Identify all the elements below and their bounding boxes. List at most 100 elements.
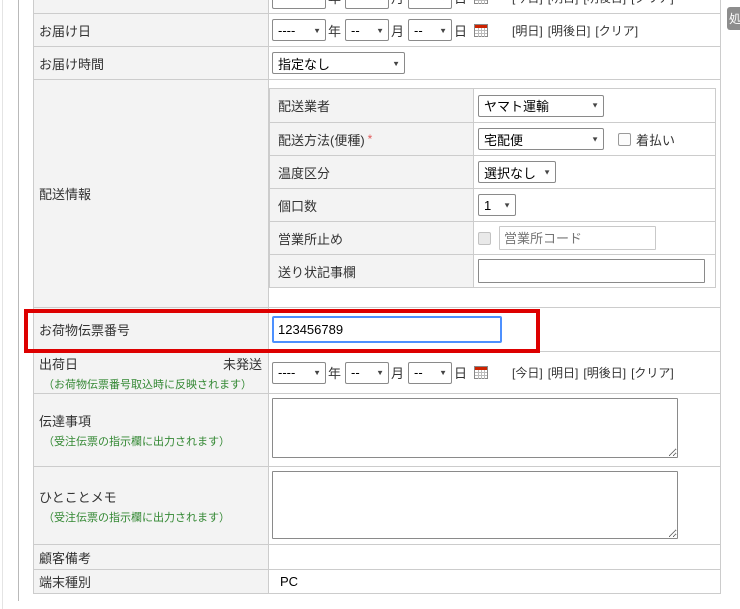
row-label: 出荷日 bbox=[39, 356, 79, 372]
row-label: 伝達事項 bbox=[39, 414, 92, 429]
chevron-down-icon: ▼ bbox=[313, 25, 321, 35]
date-links: [今日] [明日] [明後日] [クリア] bbox=[512, 0, 679, 6]
cod-checkbox[interactable] bbox=[618, 132, 631, 146]
chevron-down-icon: ▼ bbox=[439, 25, 448, 35]
date-links: [今日] [明日] [明後日] [クリア] bbox=[512, 364, 679, 381]
select-value: ---- bbox=[278, 22, 296, 38]
chevron-down-icon: ▼ bbox=[376, 0, 384, 2]
year-select[interactable]: ---- ▼ bbox=[272, 361, 326, 384]
instructions-textarea[interactable] bbox=[272, 398, 678, 458]
subrow-carrier: 配送業者 ヤマト運輸 ▼ bbox=[270, 89, 715, 122]
row-ship-date: 出荷日 未発送 （お荷物伝票番号取込時に反映されます） ---- ▼ 年 -- ▼ … bbox=[34, 352, 720, 394]
side-tab-label: 処 bbox=[729, 12, 740, 26]
ship-status-badge: 未発送 bbox=[222, 356, 262, 372]
month-unit-label: 月 bbox=[391, 366, 405, 381]
month-select[interactable]: -- ▼ bbox=[345, 0, 390, 9]
row-label-cell: お届け時間 bbox=[34, 47, 269, 79]
day-unit-label: 日 bbox=[454, 23, 468, 39]
subrow-label: 配送方法(便種) bbox=[278, 132, 365, 148]
chevron-down-icon: ▼ bbox=[376, 25, 385, 35]
carrier-select[interactable]: ヤマト運輸 ▼ bbox=[478, 94, 604, 117]
link-clear[interactable]: [クリア] bbox=[595, 24, 638, 38]
row-delivery-date: お届け日 ---- ▼ 年 -- ▼ 月 -- ▼ 日 [明日] [明後日] [クリア] bbox=[34, 14, 720, 47]
chevron-down-icon: ▼ bbox=[439, 0, 447, 2]
row-memo: ひとことメモ （受注伝票の指示欄に出力されます） bbox=[34, 467, 720, 545]
row-label-cell: お荷物伝票番号 bbox=[34, 308, 269, 351]
row-date-cutoff: ---- ▼ 年 -- ▼ 月 -- ▼ 日 [今日] [明日] [明後日] [クリア] bbox=[34, 0, 720, 14]
row-terminal-type: 端末種別 PC bbox=[34, 570, 720, 594]
row-value-cell: ---- ▼ 年 -- ▼ 月 -- ▼ 日 [今日] [明日] [明後日] [クリア] bbox=[269, 0, 720, 13]
row-note: （受注伝票の指示欄に出力されます） bbox=[43, 436, 230, 448]
left-gutter-line bbox=[2, 0, 3, 609]
link-day-after-tomorrow[interactable]: [明後日] bbox=[583, 0, 626, 5]
day-select[interactable]: -- ▼ bbox=[408, 19, 453, 41]
row-label-cell: 伝達事項 （受注伝票の指示欄に出力されます） bbox=[34, 394, 269, 466]
link-today[interactable]: [今日] bbox=[512, 0, 543, 5]
row-label-cell bbox=[34, 0, 269, 13]
year-unit-label: 年 bbox=[328, 0, 341, 7]
row-note: （受注伝票の指示欄に出力されます） bbox=[43, 511, 230, 524]
package-count-select[interactable]: 1 ▼ bbox=[478, 194, 516, 216]
side-tab[interactable]: 処 bbox=[727, 7, 740, 30]
row-label-cell: 出荷日 未発送 （お荷物伝票番号取込時に反映されます） bbox=[34, 352, 269, 393]
row-tracking-number: お荷物伝票番号 bbox=[34, 308, 720, 352]
office-code-input[interactable] bbox=[499, 226, 656, 250]
select-value: ---- bbox=[278, 0, 295, 5]
office-hold-checkbox[interactable] bbox=[478, 231, 491, 245]
chevron-down-icon: ▼ bbox=[503, 200, 511, 210]
shipping-method-select[interactable]: 宅配便 ▼ bbox=[478, 128, 604, 150]
link-tomorrow[interactable]: [明日] bbox=[548, 366, 579, 380]
panel-border-line bbox=[18, 0, 19, 601]
link-day-after-tomorrow[interactable]: [明後日] bbox=[548, 24, 591, 38]
subrow-value-cell bbox=[474, 222, 715, 254]
month-select[interactable]: -- ▼ bbox=[345, 19, 390, 41]
row-value-cell bbox=[269, 467, 720, 544]
select-value: -- bbox=[414, 365, 423, 380]
link-day-after-tomorrow[interactable]: [明後日] bbox=[583, 366, 626, 380]
calendar-icon[interactable] bbox=[474, 0, 489, 4]
select-value: -- bbox=[351, 22, 360, 38]
subrow-value-cell bbox=[474, 255, 715, 287]
row-label: お荷物伝票番号 bbox=[39, 323, 131, 338]
row-value-cell: ---- ▼ 年 -- ▼ 月 -- ▼ 日 [今日] [明日] [明後日] [クリア] bbox=[269, 352, 720, 393]
row-label: 配送情報 bbox=[39, 187, 92, 202]
subrow-value-cell: 1 ▼ bbox=[474, 189, 715, 221]
row-value-cell: ---- ▼ 年 -- ▼ 月 -- ▼ 日 [明日] [明後日] [クリア] bbox=[269, 14, 720, 46]
calendar-icon[interactable] bbox=[474, 366, 489, 379]
temperature-select[interactable]: 選択なし ▼ bbox=[478, 161, 556, 183]
chevron-down-icon: ▼ bbox=[313, 368, 321, 377]
year-select[interactable]: ---- ▼ bbox=[272, 19, 326, 41]
chevron-down-icon: ▼ bbox=[392, 58, 400, 68]
year-select[interactable]: ---- ▼ bbox=[272, 0, 326, 9]
subrow-label: 送り状記事欄 bbox=[278, 264, 357, 280]
invoice-note-input[interactable] bbox=[478, 259, 705, 283]
link-clear[interactable]: [クリア] bbox=[631, 366, 674, 380]
link-today[interactable]: [今日] bbox=[512, 366, 543, 380]
select-value: ヤマト運輸 bbox=[484, 99, 550, 114]
delivery-time-select[interactable]: 指定なし ▼ bbox=[272, 52, 405, 74]
tracking-number-input[interactable] bbox=[272, 316, 502, 343]
subrow-label-cell: 個口数 bbox=[270, 189, 474, 221]
link-tomorrow[interactable]: [明日] bbox=[512, 24, 543, 38]
memo-textarea[interactable] bbox=[272, 471, 678, 539]
day-select[interactable]: -- ▼ bbox=[408, 0, 453, 9]
day-unit-label: 日 bbox=[454, 366, 468, 381]
select-value: 指定なし bbox=[278, 56, 331, 72]
row-label: お届け日 bbox=[39, 23, 92, 39]
month-select[interactable]: -- ▼ bbox=[345, 361, 390, 384]
link-clear[interactable]: [クリア] bbox=[631, 0, 674, 5]
chevron-down-icon: ▼ bbox=[439, 368, 448, 377]
row-label-cell: 端末種別 bbox=[34, 570, 269, 593]
subrow-label-cell: 配送方法(便種) * bbox=[270, 123, 474, 155]
day-select[interactable]: -- ▼ bbox=[408, 361, 453, 384]
calendar-icon[interactable] bbox=[474, 23, 489, 37]
row-label-cell: お届け日 bbox=[34, 14, 269, 46]
row-value-cell: PC bbox=[269, 570, 720, 593]
terminal-type-value: PC bbox=[280, 574, 299, 589]
chevron-down-icon: ▼ bbox=[376, 368, 385, 377]
subrow-office-hold: 営業所止め bbox=[270, 221, 715, 254]
link-tomorrow[interactable]: [明日] bbox=[548, 0, 579, 5]
cod-checkbox-label: 着払い bbox=[636, 132, 676, 148]
row-label: 端末種別 bbox=[39, 575, 92, 590]
subrow-label-cell: 温度区分 bbox=[270, 156, 474, 188]
